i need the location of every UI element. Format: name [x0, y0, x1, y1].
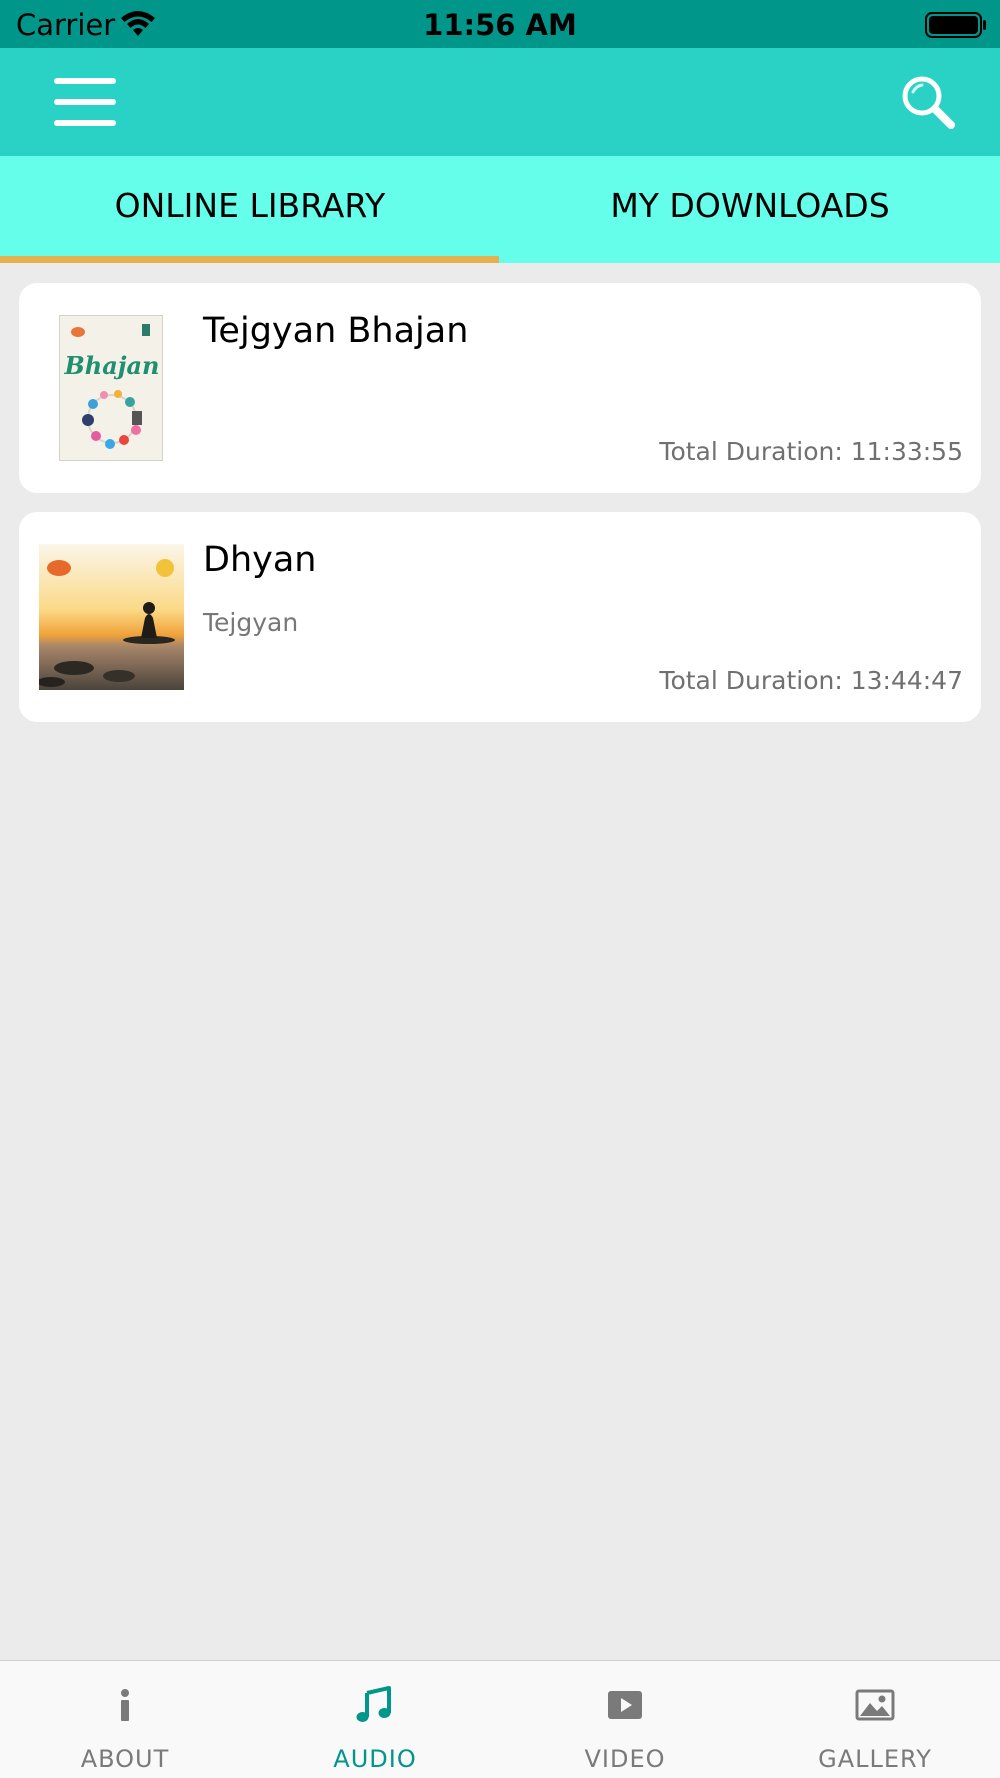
bottom-tab-audio[interactable]: AUDIO: [250, 1661, 500, 1778]
battery-icon: [925, 12, 986, 38]
bottom-tab-about[interactable]: ABOUT: [0, 1661, 250, 1778]
info-icon: [121, 1689, 129, 1721]
search-icon[interactable]: [900, 74, 956, 130]
bottom-tab-bar: ABOUT AUDIO VIDEO GALLERY: [0, 1660, 1000, 1778]
navigation-bar: [0, 48, 1000, 156]
tab-online-library[interactable]: ONLINE LIBRARY: [0, 156, 500, 256]
cover-text: Bhajan: [64, 351, 160, 380]
album-cover-dhyan: [39, 544, 184, 690]
play-icon: [608, 1691, 642, 1719]
bottom-tab-gallery[interactable]: GALLERY: [750, 1661, 1000, 1778]
album-cover-bhajan: Bhajan: [59, 315, 163, 461]
album-duration: Total Duration: 11:33:55: [659, 437, 963, 466]
bottom-tab-label: VIDEO: [584, 1745, 666, 1773]
tab-my-downloads[interactable]: MY DOWNLOADS: [500, 156, 1000, 256]
album-card-tejgyan-bhajan[interactable]: Bhajan Tejgyan Bhajan Total Duration: 11…: [19, 283, 981, 493]
status-bar: Carrier 11:56 AM: [0, 0, 1000, 48]
album-title: Tejgyan Bhajan: [203, 311, 469, 351]
bottom-tab-video[interactable]: VIDEO: [500, 1661, 750, 1778]
image-icon: [855, 1689, 895, 1721]
bottom-tab-label: GALLERY: [818, 1745, 932, 1773]
album-artist: Tejgyan: [203, 608, 299, 637]
album-duration: Total Duration: 13:44:47: [659, 666, 963, 695]
library-tabs: ONLINE LIBRARY MY DOWNLOADS: [0, 156, 1000, 263]
music-note-icon: [356, 1686, 391, 1722]
menu-icon[interactable]: [54, 78, 116, 126]
status-time: 11:56 AM: [423, 8, 577, 42]
dhyan-cover-art: [39, 544, 184, 690]
album-title: Dhyan: [203, 540, 317, 580]
bhajan-cover-art: Bhajan: [60, 316, 162, 460]
bottom-tab-label: ABOUT: [80, 1745, 170, 1773]
bottom-tab-label: AUDIO: [333, 1745, 417, 1773]
album-card-dhyan[interactable]: Dhyan Tejgyan Total Duration: 13:44:47: [19, 512, 981, 722]
selected-tab-indicator: [0, 256, 499, 263]
